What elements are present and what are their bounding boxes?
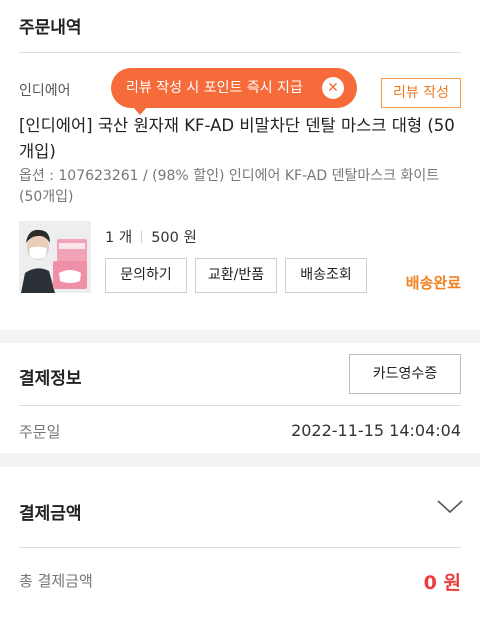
write-review-button[interactable]: 리뷰 작성 [381,78,461,108]
section-divider [19,52,461,53]
product-thumbnail[interactable] [19,221,91,293]
tooltip-text: 리뷰 작성 시 포인트 즉시 지급 [126,80,303,96]
order-date-value: 2022-11-15 14:04:04 [291,421,461,440]
quantity: 1 개 [105,230,133,246]
payment-info-section: 결제정보 카드영수증 주문일 2022-11-15 14:04:04 [0,343,480,453]
order-date-label: 주문일 [19,423,61,441]
quantity-price: 1 개 500 원 [105,226,197,247]
payment-info-title: 결제정보 [19,369,82,389]
order-history-title: 주문내역 [19,18,82,38]
delivery-tracking-button[interactable]: 배송조회 [285,258,367,293]
review-point-tooltip: 리뷰 작성 시 포인트 즉시 지급 ✕ [111,68,357,115]
payment-amount-section: 결제금액 총 결제금액 0 원 [0,467,480,621]
close-icon[interactable]: ✕ [322,77,344,99]
delivery-status: 배송완료 [405,274,461,292]
price: 500 원 [151,230,197,246]
section-divider [19,547,461,548]
card-receipt-button[interactable]: 카드영수증 [349,354,461,394]
payment-amount-title: 결제금액 [19,504,82,524]
total-payment-amount: 0 원 [423,572,461,594]
vertical-divider [141,231,143,243]
order-history-section: 주문내역 인디에어 리뷰 작성 시 포인트 즉시 지급 ✕ 리뷰 작성 [인디에… [0,0,480,330]
total-payment-label: 총 결제금액 [19,572,93,590]
seller-name[interactable]: 인디에어 [19,80,71,100]
section-divider [19,405,461,406]
inquiry-button[interactable]: 문의하기 [105,258,187,293]
chevron-down-icon[interactable] [437,500,463,514]
exchange-return-button[interactable]: 교환/반품 [195,258,277,293]
product-name[interactable]: [인디에어] 국산 원자재 KF-AD 비말차단 덴탈 마스크 대형 (50개입… [19,113,464,165]
product-option: 옵션 : 107623261 / (98% 할인) 인디에어 KF-AD 덴탈마… [19,168,440,205]
